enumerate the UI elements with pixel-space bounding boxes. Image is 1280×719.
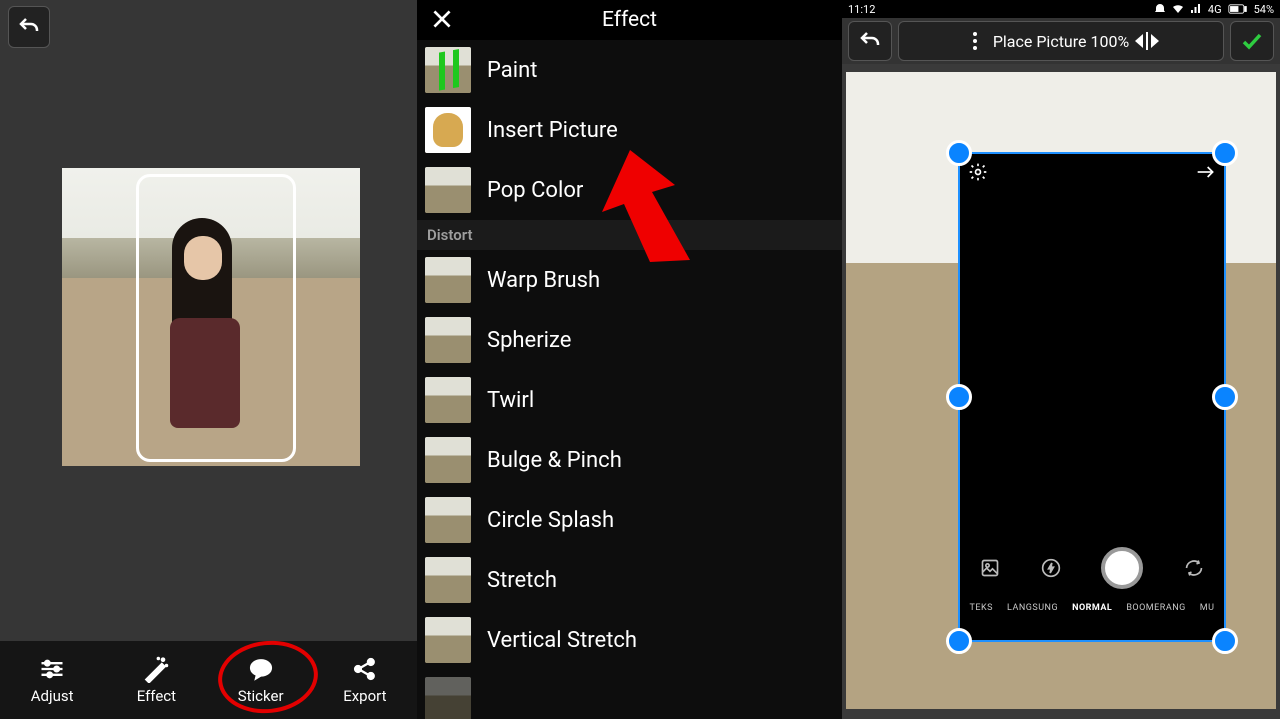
inserted-picture-frame[interactable]: TEKS LANGSUNG NORMAL BOOMERANG MU	[958, 152, 1226, 642]
effect-item-circle-splash[interactable]: Circle Splash	[417, 490, 842, 550]
pop-color-icon	[425, 167, 471, 213]
stretch-icon	[425, 557, 471, 603]
status-network: 4G	[1208, 3, 1222, 16]
resize-handle-bl[interactable]	[946, 628, 972, 654]
effect-item-bulge-pinch[interactable]: Bulge & Pinch	[417, 430, 842, 490]
effect-list[interactable]: Paint Insert Picture Pop Color Distort W…	[417, 40, 842, 719]
export-label: Export	[343, 687, 386, 705]
effect-label: Circle Splash	[487, 508, 614, 533]
vertical-stretch-icon	[425, 617, 471, 663]
circle-splash-icon	[425, 497, 471, 543]
mode-normal[interactable]: NORMAL	[1072, 603, 1112, 613]
resize-handle-mr[interactable]	[1212, 384, 1238, 410]
place-picture-title: Place Picture 100%	[993, 32, 1129, 51]
place-picture-toolbar: Place Picture 100%	[842, 18, 1280, 64]
mode-mu[interactable]: MU	[1200, 603, 1215, 613]
effect-label: Twirl	[487, 388, 534, 413]
mode-boomerang[interactable]: BOOMERANG	[1126, 603, 1185, 613]
effect-label: Spherize	[487, 328, 571, 353]
gallery-icon[interactable]	[980, 558, 1000, 578]
spherize-icon	[425, 317, 471, 363]
effect-item-warp-brush[interactable]: Warp Brush	[417, 250, 842, 310]
editor-panel-main: Adjust Effect Sticker Export	[0, 0, 417, 719]
status-bar: 11:12 4G 54%	[842, 0, 1280, 18]
more-vertical-icon	[963, 29, 987, 53]
confirm-button[interactable]	[1230, 21, 1274, 61]
effect-menu-header: Effect	[417, 0, 842, 40]
adjust-tool[interactable]: Adjust	[0, 641, 104, 719]
bottom-toolbar: Adjust Effect Sticker Export	[0, 641, 417, 719]
mode-langsung[interactable]: LANGSUNG	[1007, 603, 1058, 613]
effect-label: Insert Picture	[487, 118, 618, 143]
place-picture-panel: 11:12 4G 54% Place Picture 100%	[842, 0, 1280, 719]
resize-handle-br[interactable]	[1212, 628, 1238, 654]
switch-camera-icon[interactable]	[1184, 558, 1204, 578]
paint-icon	[425, 47, 471, 93]
effect-item-pop-color[interactable]: Pop Color	[417, 160, 842, 220]
effect-item-next[interactable]	[417, 670, 842, 719]
adjust-label: Adjust	[31, 687, 74, 705]
effect-item-spherize[interactable]: Spherize	[417, 310, 842, 370]
effect-item-stretch[interactable]: Stretch	[417, 550, 842, 610]
effect-label: Warp Brush	[487, 268, 600, 293]
place-picture-title-button[interactable]: Place Picture 100%	[898, 21, 1224, 61]
sticker-tool[interactable]: Sticker	[209, 641, 313, 719]
effect-item-insert-picture[interactable]: Insert Picture	[417, 100, 842, 160]
bulge-pinch-icon	[425, 437, 471, 483]
flip-horizontal-icon	[1135, 29, 1159, 53]
effect-label: Pop Color	[487, 178, 583, 203]
effect-item-twirl[interactable]: Twirl	[417, 370, 842, 430]
camera-ui-overlay: TEKS LANGSUNG NORMAL BOOMERANG MU	[960, 540, 1224, 640]
effect-menu-title: Effect	[417, 8, 842, 32]
mode-teks[interactable]: TEKS	[970, 603, 993, 613]
twirl-icon	[425, 377, 471, 423]
undo-button[interactable]	[8, 6, 50, 48]
selection-frame[interactable]	[136, 174, 296, 462]
canvas[interactable]: TEKS LANGSUNG NORMAL BOOMERANG MU	[842, 64, 1280, 719]
effect-icon	[425, 677, 471, 719]
effect-label: Paint	[487, 58, 537, 83]
flash-icon[interactable]	[1041, 558, 1061, 578]
resize-handle-tr[interactable]	[1212, 140, 1238, 166]
effect-item-vertical-stretch[interactable]: Vertical Stretch	[417, 610, 842, 670]
battery-icon	[1228, 3, 1248, 15]
sticker-label: Sticker	[238, 687, 284, 705]
effect-label: Stretch	[487, 568, 557, 593]
effect-menu-panel: Effect Paint Insert Picture Pop Color Di…	[417, 0, 842, 719]
resize-handle-tl[interactable]	[946, 140, 972, 166]
wifi-icon	[1172, 3, 1184, 15]
warp-brush-icon	[425, 257, 471, 303]
insert-picture-icon	[425, 107, 471, 153]
effect-label: Bulge & Pinch	[487, 448, 622, 473]
effect-label: Vertical Stretch	[487, 628, 637, 653]
effect-item-paint[interactable]: Paint	[417, 40, 842, 100]
arrow-right-icon[interactable]	[1196, 164, 1216, 180]
export-tool[interactable]: Export	[313, 641, 417, 719]
undo-button[interactable]	[848, 21, 892, 61]
close-button[interactable]	[429, 6, 455, 32]
section-header-distort: Distort	[417, 220, 842, 250]
gear-icon[interactable]	[968, 162, 988, 182]
alarm-icon	[1154, 3, 1166, 15]
camera-modes[interactable]: TEKS LANGSUNG NORMAL BOOMERANG MU	[960, 596, 1224, 620]
resize-handle-ml[interactable]	[946, 384, 972, 410]
effect-tool[interactable]: Effect	[104, 641, 208, 719]
effect-label: Effect	[137, 687, 176, 705]
shutter-button[interactable]	[1101, 547, 1143, 589]
status-battery: 54%	[1254, 3, 1274, 16]
status-time: 11:12	[848, 3, 875, 16]
signal-icon	[1190, 3, 1202, 15]
